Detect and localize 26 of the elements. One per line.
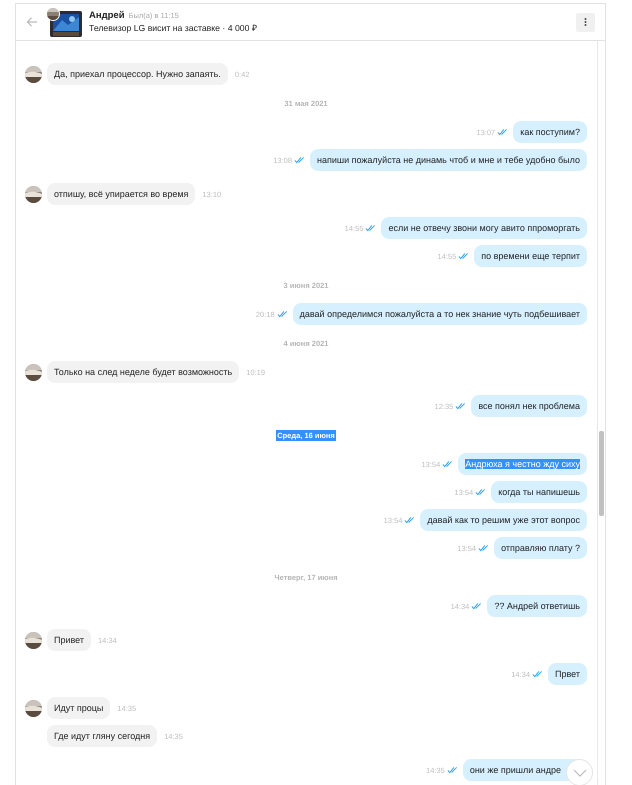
message-bubble: Идут процы	[47, 697, 110, 719]
more-icon	[584, 17, 587, 27]
contact-name: Андрей	[89, 10, 125, 21]
message-bubble: по времени еще терпит	[474, 245, 587, 267]
message-bubble: Только на след неделе будет возможность	[47, 361, 240, 383]
message-bubble: Андрюха я честно жду сиху	[458, 453, 587, 475]
message-bubble: отпишу, всё упирается во время	[47, 183, 196, 205]
scrollbar-thumb[interactable]	[599, 431, 604, 516]
message-bubble: отправляю плату ?	[494, 537, 587, 559]
message-bubble: как поступим?	[513, 121, 587, 143]
message-bubble: ?? Андрей ответишь	[487, 595, 587, 617]
message-bubble: когда ты напишешь	[491, 481, 587, 503]
message-bubble: напиши пожалуйста не динамь чтоб и мне и тебе удобно было	[310, 149, 587, 171]
message-bubble: давай определимся пожалуйста а то нек знание чуть подбешивает	[292, 303, 587, 325]
message-bubble: Да, приехал процессор. Нужно запаять.	[47, 63, 228, 85]
message-bubble: давай как то решим уже этот вопрос	[420, 509, 587, 531]
message-bubble: Привет	[47, 629, 92, 651]
message-bubble: Где идут гляну сегодня	[47, 725, 158, 747]
back-arrow-icon[interactable]	[26, 17, 38, 27]
message-bubble: Првет	[548, 663, 587, 685]
chevron-down-icon	[572, 768, 586, 776]
message-bubble: все понял нек проблема	[471, 395, 587, 417]
menu-button[interactable]	[576, 12, 595, 32]
listing-title[interactable]: Телевизор LG висит на заставке · 4 000 ₽	[89, 22, 576, 34]
message-bubble: если не отвечу звони могу авито ппроморгать	[381, 217, 587, 239]
scroll-down-button[interactable]	[566, 759, 593, 785]
